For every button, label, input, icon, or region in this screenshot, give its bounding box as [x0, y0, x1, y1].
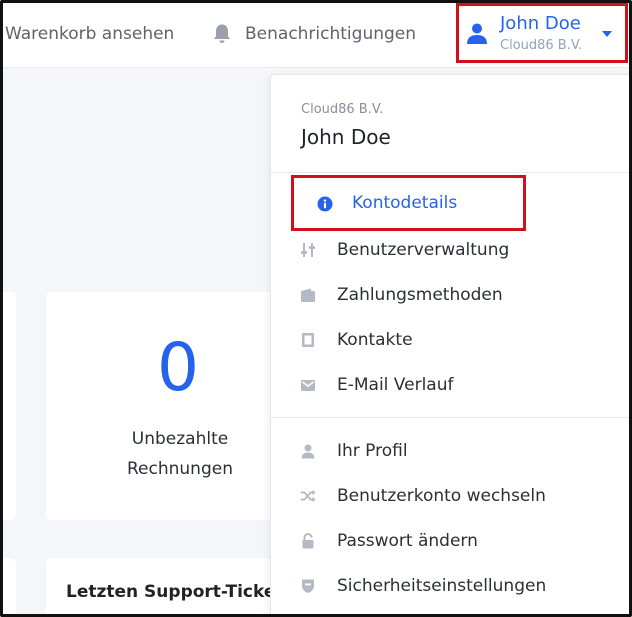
lock-icon — [300, 533, 316, 549]
menu-item-label: Kontakte — [337, 330, 413, 350]
menu-item-label: Benutzerkonto wechseln — [337, 486, 546, 506]
dropdown-user-name: John Doe — [301, 125, 391, 149]
top-navigation-bar: Warenkorb ansehen Benachrichtigungen Joh… — [0, 0, 632, 68]
dashboard-card-partial — [0, 292, 16, 520]
support-tickets-title: Letzten Support-Tickets — [66, 582, 294, 602]
sliders-icon — [300, 242, 316, 258]
envelope-icon — [300, 377, 316, 393]
menu-item-label: Benutzerverwaltung — [337, 240, 510, 260]
menu-item-contacts[interactable]: Kontakte — [271, 320, 632, 360]
address-book-icon — [300, 332, 316, 348]
unpaid-invoices-label: Unbezahlte Rechnungen — [90, 424, 270, 484]
menu-item-payment-methods[interactable]: Zahlungsmethoden — [271, 275, 632, 315]
user-icon — [300, 443, 316, 459]
view-cart-link[interactable]: Warenkorb ansehen — [5, 0, 174, 68]
unpaid-invoices-count: 0 — [157, 329, 199, 406]
menu-item-change-password[interactable]: Passwort ändern — [271, 521, 632, 561]
view-cart-label: Warenkorb ansehen — [5, 24, 175, 44]
notifications-link[interactable]: Benachrichtigungen — [212, 0, 416, 68]
menu-item-label: Passwort ändern — [337, 531, 478, 551]
notifications-label: Benachrichtigungen — [245, 24, 417, 44]
menu-item-security-settings[interactable]: Sicherheitseinstellungen — [271, 566, 632, 606]
menu-item-your-profile[interactable]: Ihr Profil — [271, 431, 632, 471]
dropdown-divider — [271, 172, 632, 173]
unpaid-invoices-label-line1: Unbezahlte — [131, 429, 229, 449]
user-dropdown-menu: Cloud86 B.V. John Doe Kontodetails Benut… — [270, 74, 632, 617]
dropdown-divider — [271, 417, 632, 418]
shield-icon — [300, 578, 316, 594]
menu-item-switch-account[interactable]: Benutzerkonto wechseln — [271, 476, 632, 516]
menu-item-label: Zahlungsmethoden — [337, 285, 503, 305]
dropdown-company: Cloud86 B.V. — [301, 102, 384, 117]
user-company: Cloud86 B.V. — [500, 37, 583, 53]
user-name: John Doe — [500, 12, 581, 34]
bell-icon — [212, 23, 232, 45]
menu-item-label: Kontodetails — [352, 193, 458, 213]
wallet-icon — [300, 287, 316, 303]
unpaid-invoices-card[interactable] — [46, 292, 286, 520]
info-icon — [317, 196, 333, 212]
shuffle-icon — [300, 488, 316, 504]
user-menu-toggle[interactable]: John Doe Cloud86 B.V. — [456, 3, 628, 63]
menu-item-label: Ihr Profil — [337, 441, 408, 461]
unpaid-invoices-label-line2: Rechnungen — [127, 459, 233, 479]
caret-down-icon — [602, 31, 612, 37]
dashboard-card-partial-bottom — [0, 558, 16, 617]
menu-item-account-details[interactable]: Kontodetails — [291, 175, 526, 231]
user-icon — [465, 21, 489, 45]
menu-item-email-history[interactable]: E-Mail Verlauf — [271, 365, 632, 405]
menu-item-label: E-Mail Verlauf — [337, 375, 454, 395]
menu-item-label: Sicherheitseinstellungen — [337, 576, 547, 596]
menu-item-user-management[interactable]: Benutzerverwaltung — [271, 230, 632, 270]
